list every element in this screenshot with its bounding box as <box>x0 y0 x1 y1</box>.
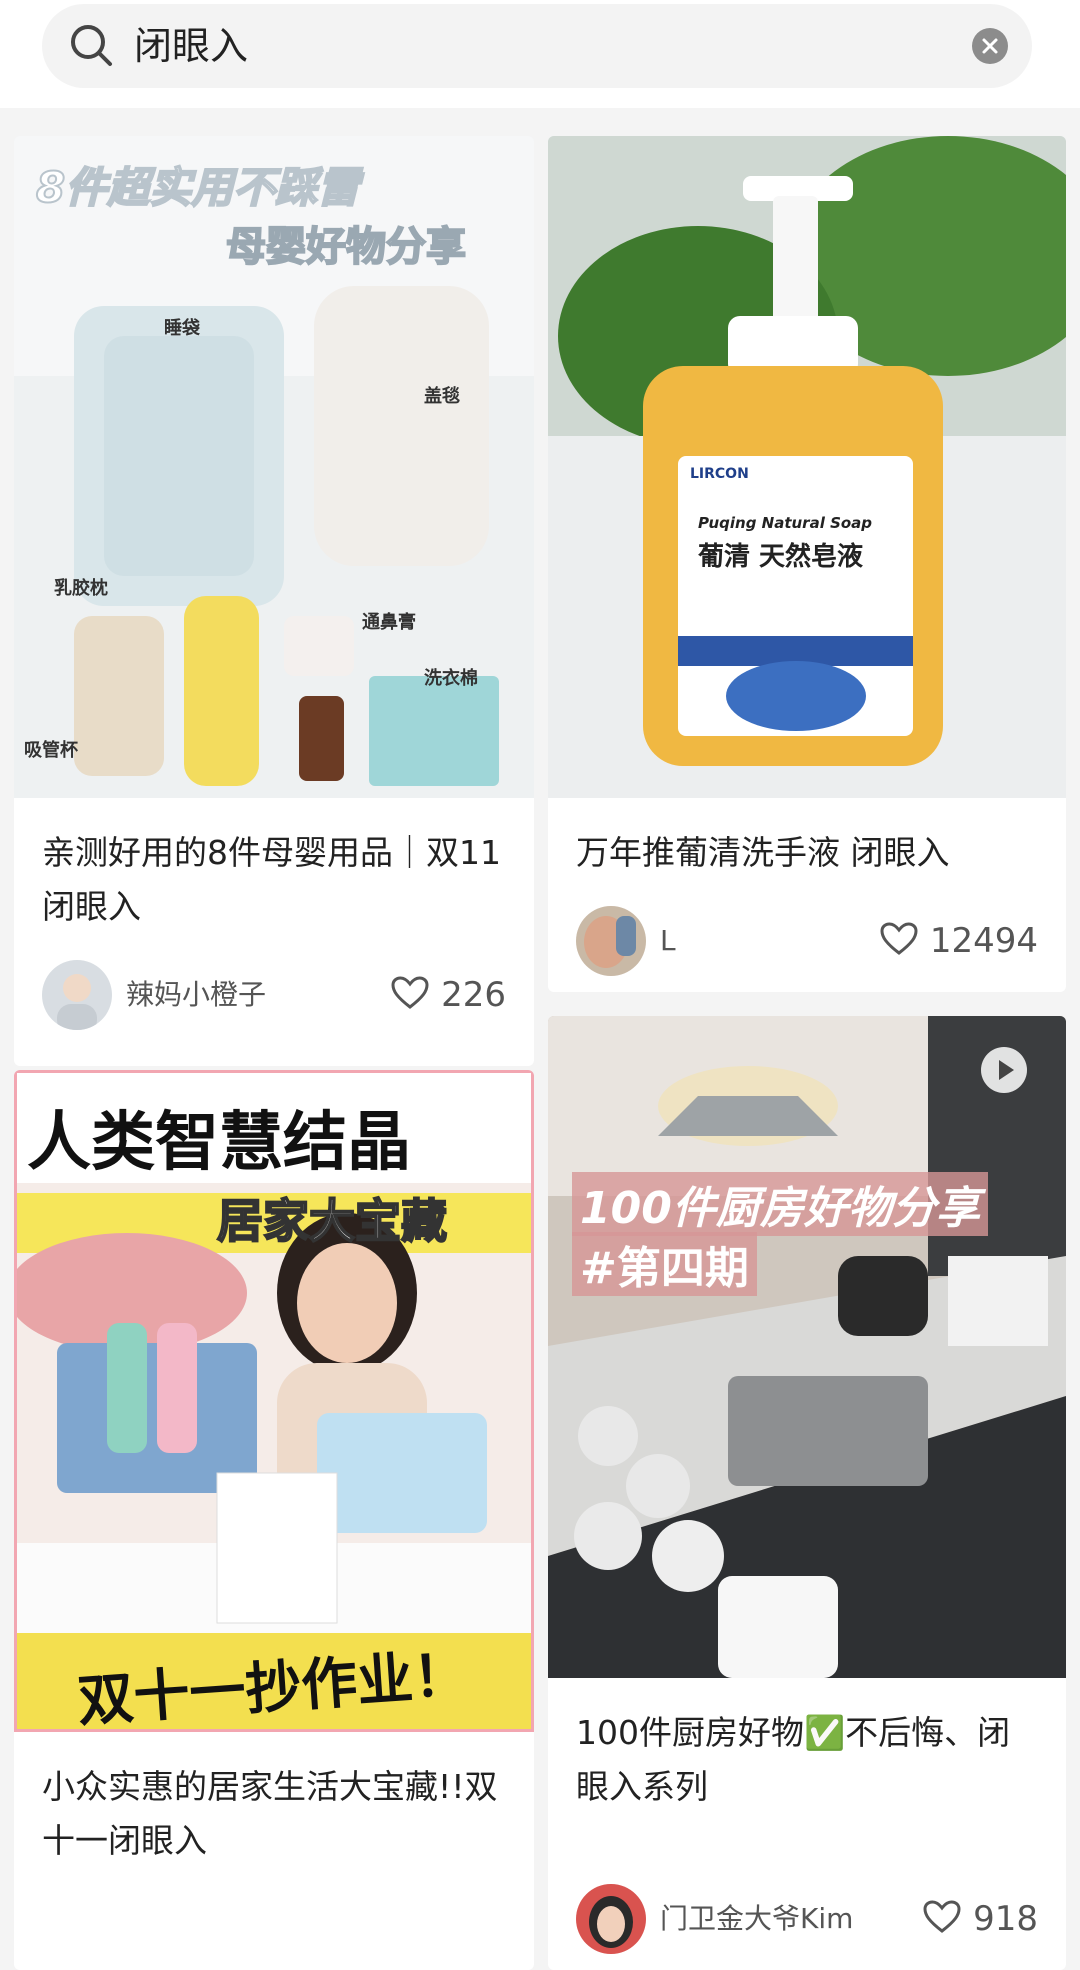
video-play-icon <box>981 1047 1027 1093</box>
cover-subheadline: #第四期 <box>572 1232 757 1296</box>
note-title[interactable]: 小众实惠的居家生活大宝藏!!双十一闭眼入 <box>42 1760 506 1868</box>
image-tag: 通鼻膏 <box>362 612 416 633</box>
avatar[interactable] <box>576 1884 646 1954</box>
author-row[interactable]: 门卫金大爷Kim 918 <box>576 1884 1038 1954</box>
note-cover-image[interactable]: 人类智慧结晶 居家大宝藏 双十一抄作业！ <box>14 1070 534 1732</box>
image-tag: 洗衣棉 <box>424 668 478 689</box>
author-name[interactable]: L <box>660 906 676 976</box>
avatar[interactable] <box>576 906 646 976</box>
note-cover-image[interactable]: 8件超实用不踩雷 母婴好物分享 睡袋 盖毯 乳胶枕 通鼻膏 洗衣棉 吸管杯 <box>14 136 534 798</box>
like-button[interactable]: 226 <box>391 960 506 1030</box>
author-row[interactable]: 辣妈小橙子 226 <box>42 960 506 1030</box>
heart-icon <box>391 976 429 1009</box>
label-english: Puqing Natural Soap <box>698 514 873 532</box>
like-count: 226 <box>441 975 506 1015</box>
note-title[interactable]: 亲测好用的8件母婴用品｜双11闭眼入 <box>42 826 506 934</box>
note-card[interactable]: 8件超实用不踩雷 母婴好物分享 睡袋 盖毯 乳胶枕 通鼻膏 洗衣棉 吸管杯 亲测… <box>14 136 534 1066</box>
cover-subheadline: 居家大宝藏 <box>216 1193 448 1249</box>
search-icon <box>71 25 112 66</box>
cover-headline: 人类智慧结晶 <box>27 1106 411 1180</box>
image-tag: 乳胶枕 <box>54 578 108 599</box>
note-cover-image[interactable]: LIRCON Puqing Natural Soap 葡清 天然皂液 <box>548 136 1066 798</box>
author-name[interactable]: 辣妈小橙子 <box>126 960 266 1030</box>
clear-search-button[interactable] <box>972 28 1008 64</box>
heart-icon <box>923 1900 961 1933</box>
label-chinese: 葡清 天然皂液 <box>698 542 864 572</box>
note-cover-image[interactable]: 100件厨房好物分享 #第四期 <box>548 1016 1066 1678</box>
note-card[interactable]: LIRCON Puqing Natural Soap 葡清 天然皂液 万年推葡清… <box>548 136 1066 992</box>
author-name[interactable]: 门卫金大爷Kim <box>660 1884 853 1954</box>
label-brand: LIRCON <box>690 466 749 482</box>
note-card[interactable]: 人类智慧结晶 居家大宝藏 双十一抄作业！ 小众实惠的居家生活大宝藏!!双十一闭眼… <box>14 1070 534 1970</box>
search-header: 闭眼入 <box>0 0 1080 108</box>
like-button[interactable]: 12494 <box>880 906 1038 976</box>
like-count: 918 <box>973 1899 1038 1939</box>
image-tag: 盖毯 <box>424 386 460 407</box>
cover-subheadline: 母婴好物分享 <box>225 223 467 271</box>
note-card[interactable]: 100件厨房好物分享 #第四期 100件厨房好物✅不后悔、闭眼入系列 门卫金大爷… <box>548 1016 1066 1970</box>
search-input[interactable]: 闭眼入 <box>134 18 248 74</box>
like-count: 12494 <box>929 921 1038 961</box>
close-icon <box>982 38 998 54</box>
author-row[interactable]: L 12494 <box>576 906 1038 976</box>
image-tag: 睡袋 <box>164 318 200 339</box>
note-title[interactable]: 100件厨房好物✅不后悔、闭眼入系列 <box>576 1706 1038 1814</box>
note-title[interactable]: 万年推葡清洗手液 闭眼入 <box>576 826 1038 880</box>
image-tag: 吸管杯 <box>24 740 78 761</box>
heart-icon <box>880 922 918 955</box>
cover-headline: 100件厨房好物分享 <box>572 1172 988 1236</box>
results-feed: 8件超实用不踩雷 母婴好物分享 睡袋 盖毯 乳胶枕 通鼻膏 洗衣棉 吸管杯 亲测… <box>0 108 1080 1970</box>
like-button[interactable]: 918 <box>923 1884 1038 1954</box>
avatar[interactable] <box>42 960 112 1030</box>
cover-headline: 8件超实用不踩雷 <box>35 162 360 213</box>
search-bar[interactable]: 闭眼入 <box>42 4 1032 88</box>
